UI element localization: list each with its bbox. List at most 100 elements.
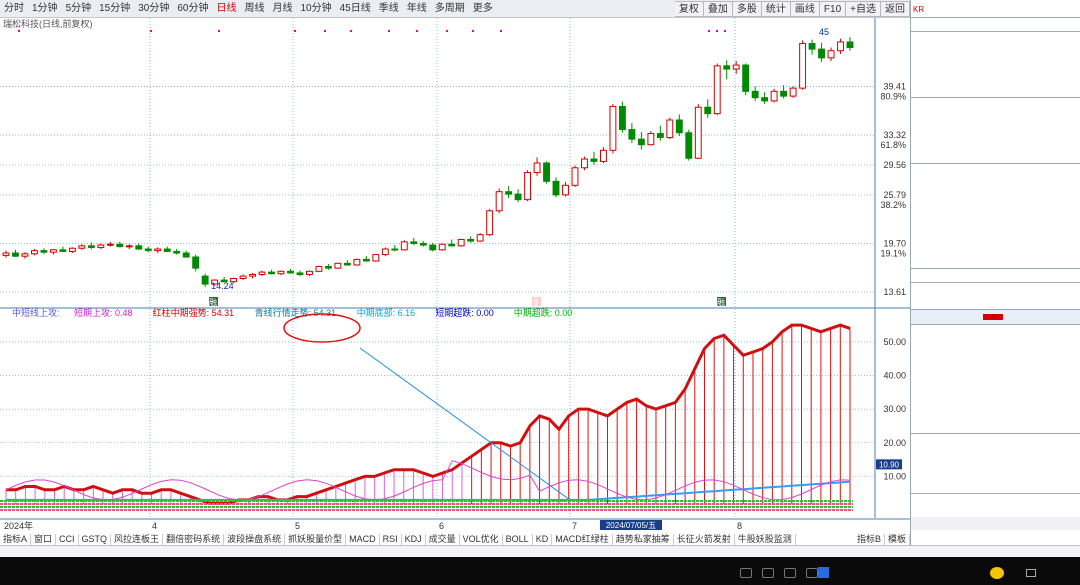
- toolbar-button[interactable]: +自选: [846, 0, 881, 17]
- period-tab[interactable]: 15分钟: [95, 0, 134, 18]
- legend-item: 中短线上攻:: [12, 307, 60, 318]
- event-marker: [218, 30, 220, 32]
- toolbar-button[interactable]: 统计: [761, 0, 791, 17]
- event-marker: [350, 30, 352, 32]
- indicator-tab[interactable]: CCI: [56, 534, 79, 545]
- indicator-tab[interactable]: 牛股妖股监测: [735, 534, 796, 545]
- period-tab[interactable]: 更多: [469, 0, 497, 18]
- candle: [666, 117, 674, 140]
- period-tab[interactable]: 多周期: [431, 0, 469, 18]
- event-marker: [472, 30, 474, 32]
- candle: [486, 209, 494, 237]
- indicator-tab[interactable]: VOL优化: [460, 534, 503, 545]
- period-tab[interactable]: 周线: [241, 0, 269, 18]
- indicator-tab-right[interactable]: 模板: [885, 534, 910, 545]
- period-tab[interactable]: 45日线: [336, 0, 375, 18]
- period-tab[interactable]: 60分钟: [173, 0, 212, 18]
- date-axis-label: 6: [439, 521, 444, 531]
- price-axis-label: 19.70: [883, 238, 906, 248]
- period-toolbar: 分时 1分钟 5分钟 15分钟 30分钟 60分钟 日线 周线 月线 10分钟 45日线 季线 年线 多周…: [0, 0, 910, 18]
- period-tab[interactable]: 30分钟: [134, 0, 173, 18]
- event-marker: [294, 30, 296, 32]
- indicator-tab[interactable]: 指标A: [0, 534, 32, 545]
- kline-chart[interactable]: 瑞松科技(日线,前复权) 39.4180.9% 33.3261.8% 29.56 25.…: [0, 18, 910, 531]
- indicator-tab[interactable]: BOLL: [503, 534, 533, 545]
- fib-axis-label: 38.2%: [880, 200, 906, 210]
- period-tab[interactable]: 年线: [403, 0, 431, 18]
- event-marker: [446, 30, 448, 32]
- chart-area[interactable]: 瑞松科技(日线,前复权) 39.41 80.9% 33.32 61.8% 29.56 25.…: [0, 18, 910, 531]
- candle: [742, 63, 750, 96]
- period-tab[interactable]: 1分钟: [28, 0, 62, 18]
- smiley-icon[interactable]: [990, 567, 1004, 579]
- indicator-tab[interactable]: 窗口: [31, 534, 57, 545]
- period-tab[interactable]: 日线: [213, 0, 241, 18]
- indicator-tab[interactable]: 成交量: [426, 534, 460, 545]
- indicator-tab[interactable]: MACD红绿柱: [552, 534, 613, 545]
- index-ticker[interactable]: [110, 561, 218, 585]
- candle: [571, 165, 579, 187]
- legend-item: 中期底部: 6.16: [357, 307, 416, 318]
- tray-grid-icon[interactable]: [762, 568, 774, 578]
- price-axis-label: 13.61: [883, 287, 906, 297]
- toolbar-button[interactable]: 叠加: [703, 0, 733, 17]
- tray-bell-icon[interactable]: [806, 568, 818, 578]
- event-marker: [388, 30, 390, 32]
- candle: [524, 170, 532, 202]
- quote-panel: KR: [910, 0, 1080, 545]
- fib-axis-label: 80.9%: [880, 91, 906, 101]
- candle: [457, 238, 465, 247]
- period-tab[interactable]: 5分钟: [62, 0, 96, 18]
- indicator-tab[interactable]: KD: [533, 534, 553, 545]
- fib-axis-label: 19.1%: [880, 248, 906, 258]
- indicator-tab[interactable]: MACD: [346, 534, 380, 545]
- period-tab[interactable]: 月线: [269, 0, 297, 18]
- toolbar-button[interactable]: 返回: [881, 0, 910, 17]
- index-ticker[interactable]: [434, 561, 542, 585]
- indicator-tab[interactable]: KDJ: [402, 534, 426, 545]
- event-marker: [716, 30, 718, 32]
- candle: [438, 243, 446, 251]
- candle: [618, 101, 626, 133]
- indicator-tab[interactable]: 抓妖股量价型: [285, 534, 347, 545]
- period-tab[interactable]: 季线: [375, 0, 403, 18]
- price-axis-label: 25.79: [883, 190, 906, 200]
- indicator-tab[interactable]: 趋势私家抽筹: [613, 534, 674, 545]
- toolbar-button[interactable]: 画线: [790, 0, 820, 17]
- index-ticker[interactable]: [218, 561, 326, 585]
- period-tab[interactable]: 分时: [0, 0, 28, 18]
- indicator-tab[interactable]: GSTQ: [79, 534, 112, 545]
- market-badge: KR: [913, 5, 925, 14]
- candle: [334, 262, 342, 269]
- indicator-tab[interactable]: 翻倍密码系统: [163, 534, 225, 545]
- volume-icon[interactable]: [1026, 569, 1036, 577]
- toolbar-button[interactable]: 复权: [674, 0, 704, 17]
- candle: [581, 156, 588, 171]
- indicator-legend: 中短线上攻: 短期上攻: 0.48 红柱中期强势: 54.31 青线行情走势: 54.…: [12, 307, 572, 318]
- candle: [495, 188, 503, 214]
- tray-window-icon[interactable]: [740, 568, 752, 578]
- candle: [315, 265, 323, 273]
- event-marker: [416, 30, 418, 32]
- tray-message-icon[interactable]: [784, 568, 796, 578]
- candle: [647, 131, 655, 146]
- index-ticker[interactable]: [2, 561, 110, 585]
- indicator-tab[interactable]: 风拉连板王: [111, 534, 164, 545]
- indicator-tab[interactable]: 长征火箭发射: [674, 534, 735, 545]
- fib-axis-label: 61.8%: [880, 140, 906, 150]
- period-tab[interactable]: 10分钟: [297, 0, 336, 18]
- indicator-tabs: 指标A 窗口 CCI GSTQ 风拉连板王 翻倍密码系统 波段操盘系统 抓妖股量价型 MACD R…: [0, 534, 910, 545]
- index-ticker[interactable]: [326, 561, 434, 585]
- toolbar-button[interactable]: 多股: [732, 0, 762, 17]
- indicator-tab-right[interactable]: 指标B: [854, 534, 885, 545]
- indicator-tab[interactable]: RSI: [380, 534, 402, 545]
- candle: [713, 63, 721, 116]
- indicator-axis-label: 50.00: [883, 337, 906, 347]
- status-taskbar: [0, 545, 1080, 585]
- margin-marker-text: 融: [209, 297, 217, 307]
- toolbar-button[interactable]: F10: [819, 0, 847, 17]
- indicator-tab[interactable]: 波段操盘系统: [224, 534, 286, 545]
- candle: [400, 240, 408, 251]
- cursor-date: 2024/07/05/五: [606, 521, 656, 530]
- period-tabs: 分时 1分钟 5分钟 15分钟 30分钟 60分钟 日线 周线 月线 10分钟 45日线 季线 年线 多周…: [0, 0, 497, 18]
